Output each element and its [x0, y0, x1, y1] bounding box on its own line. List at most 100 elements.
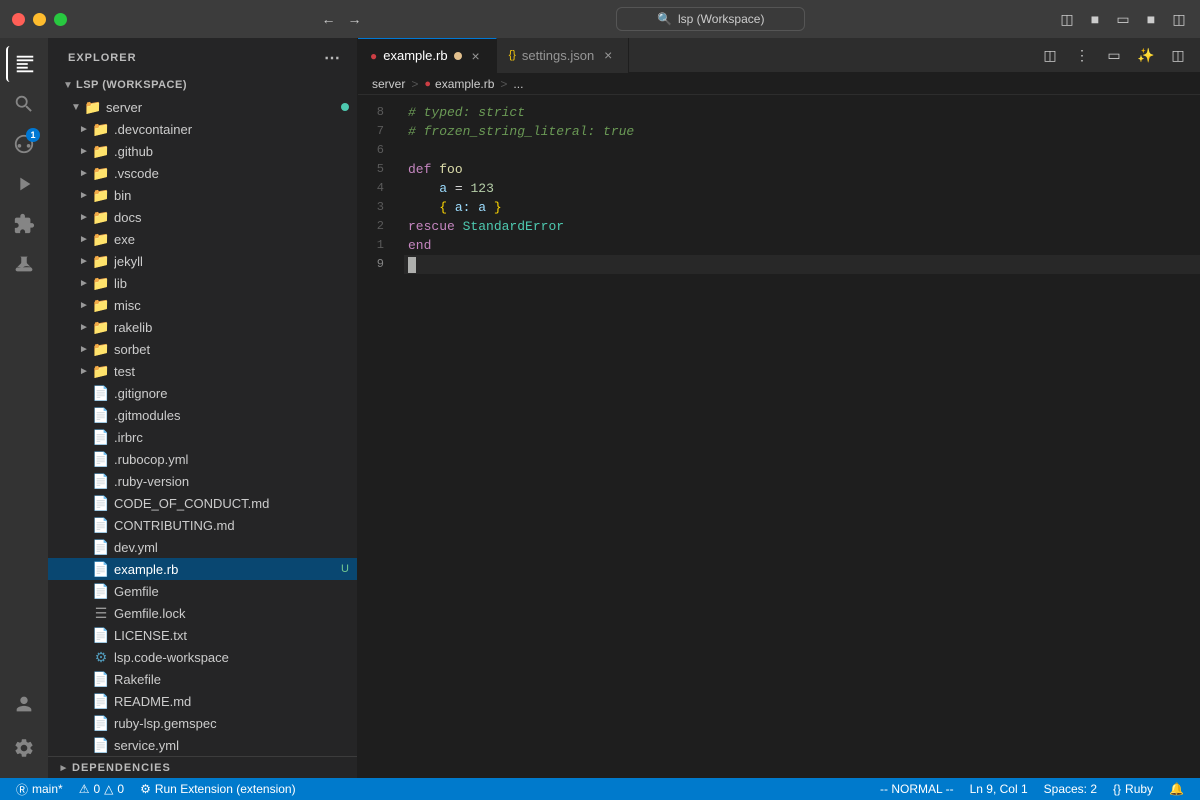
- splitview-icon[interactable]: ◫: [1170, 10, 1188, 28]
- workspace-arrow: ▼: [60, 77, 76, 93]
- sidebar-item-gemfile[interactable]: ► 📄 Gemfile: [48, 580, 357, 602]
- devcontainer-icon: 📁: [92, 120, 110, 138]
- code-line-7: 7 # frozen_string_literal: true: [358, 122, 1200, 141]
- sidebar-item-ruby-version[interactable]: ► 📄 .ruby-version: [48, 470, 357, 492]
- activity-source-control[interactable]: 1: [6, 126, 42, 162]
- sidebar-item-exe[interactable]: ► 📁 exe: [48, 228, 357, 250]
- sidebar-item-docs[interactable]: ► 📁 docs: [48, 206, 357, 228]
- activity-explorer[interactable]: [6, 46, 42, 82]
- tab-example-rb-label: example.rb: [383, 48, 447, 63]
- breadcrumb-rb-icon: ●: [424, 78, 431, 90]
- sidebar-item-github[interactable]: ► 📁 .github: [48, 140, 357, 162]
- dependencies-section: ► DEPENDENCIES: [48, 756, 357, 778]
- jekyll-icon: 📁: [92, 252, 110, 270]
- code-line-8: 8 # typed: strict: [358, 103, 1200, 122]
- sidebar-item-code-of-conduct[interactable]: ► 📄 CODE_OF_CONDUCT.md: [48, 492, 357, 514]
- code-editor[interactable]: 8 # typed: strict 7 # frozen_string_lite…: [358, 95, 1200, 778]
- minimize-button[interactable]: [33, 13, 46, 26]
- sidebar-item-irbrc[interactable]: ► 📄 .irbrc: [48, 426, 357, 448]
- sidebar-item-gemfile-lock[interactable]: ► ☰ Gemfile.lock: [48, 602, 357, 624]
- server-folder-icon: 📁: [84, 98, 102, 116]
- sidebar-item-devcontainer[interactable]: ► 📁 .devcontainer: [48, 118, 357, 140]
- workspace-root[interactable]: ▼ LSP (WORKSPACE): [48, 74, 357, 96]
- more-actions-icon[interactable]: ⋯: [324, 48, 341, 68]
- status-errors[interactable]: ⚠ 0 △ 0: [71, 778, 132, 800]
- sidebar-item-readme[interactable]: ► 📄 README.md: [48, 690, 357, 712]
- sidebar-item-lib[interactable]: ► 📁 lib: [48, 272, 357, 294]
- layout3-icon[interactable]: ■: [1142, 10, 1160, 28]
- activity-run-debug[interactable]: [6, 166, 42, 202]
- breadcrumb-server[interactable]: server: [372, 77, 405, 91]
- sidebar-item-test[interactable]: ► 📁 test: [48, 360, 357, 382]
- tab-example-rb[interactable]: ● example.rb ×: [358, 38, 497, 73]
- sidebar-item-rubocop[interactable]: ► 📄 .rubocop.yml: [48, 448, 357, 470]
- source-control-badge: 1: [26, 128, 40, 142]
- sidebar-item-misc[interactable]: ► 📁 misc: [48, 294, 357, 316]
- layout-btn[interactable]: ▭: [1100, 41, 1128, 69]
- status-spaces[interactable]: Spaces: 2: [1036, 778, 1105, 800]
- status-vim-mode[interactable]: -- NORMAL --: [872, 778, 962, 800]
- status-branch[interactable]: Ⓡ main*: [8, 778, 71, 800]
- status-ln-col[interactable]: Ln 9, Col 1: [962, 778, 1036, 800]
- split-editor-icon[interactable]: ◫: [1058, 10, 1076, 28]
- line-num-7: 7: [358, 122, 404, 141]
- status-run-extension[interactable]: ⚙ Run Extension (extension): [132, 778, 304, 800]
- language-label: Ruby: [1125, 782, 1153, 796]
- sidebar-item-sorbet[interactable]: ► 📁 sorbet: [48, 338, 357, 360]
- sidebar-item-server[interactable]: ▼ 📁 server: [48, 96, 357, 118]
- lib-arrow: ►: [76, 275, 92, 291]
- sidebar-item-contributing[interactable]: ► 📄 CONTRIBUTING.md: [48, 514, 357, 536]
- breadcrumb-btn[interactable]: ⋮: [1068, 41, 1096, 69]
- example-rb-icon: 📄: [92, 560, 110, 578]
- sidebar-item-gitmodules[interactable]: ► 📄 .gitmodules: [48, 404, 357, 426]
- sidebar-item-license[interactable]: ► 📄 LICENSE.txt: [48, 624, 357, 646]
- sidebar-item-rakelib[interactable]: ► 📁 rakelib: [48, 316, 357, 338]
- github-label: .github: [114, 144, 357, 159]
- activity-testing[interactable]: [6, 246, 42, 282]
- tab-settings-json[interactable]: {} settings.json ×: [497, 38, 630, 73]
- split-editor-btn[interactable]: ◫: [1036, 41, 1064, 69]
- sidebar-item-rakefile[interactable]: ► 📄 Rakefile: [48, 668, 357, 690]
- split-right-btn[interactable]: ◫: [1164, 41, 1192, 69]
- docs-arrow: ►: [76, 209, 92, 225]
- nav-back-button[interactable]: ←: [320, 10, 338, 28]
- sidebar-item-gemspec[interactable]: ► 📄 ruby-lsp.gemspec: [48, 712, 357, 734]
- dependencies-header[interactable]: ► DEPENDENCIES: [48, 757, 357, 778]
- test-icon: 📁: [92, 362, 110, 380]
- layout2-icon[interactable]: ▭: [1114, 10, 1132, 28]
- status-bar: Ⓡ main* ⚠ 0 △ 0 ⚙ Run Extension (extensi…: [0, 778, 1200, 800]
- activity-extensions[interactable]: [6, 206, 42, 242]
- activity-search[interactable]: [6, 86, 42, 122]
- sidebar-item-bin[interactable]: ► 📁 bin: [48, 184, 357, 206]
- maximize-button[interactable]: [54, 13, 67, 26]
- close-button[interactable]: [12, 13, 25, 26]
- status-encoding[interactable]: {} Ruby: [1105, 778, 1161, 800]
- line-content-9: [404, 255, 1200, 274]
- activity-bottom: [6, 686, 42, 778]
- tab-settings-close-button[interactable]: ×: [600, 47, 616, 63]
- activity-accounts[interactable]: [6, 686, 42, 722]
- status-bell[interactable]: 🔔: [1161, 778, 1192, 800]
- sidebar-item-example-rb[interactable]: ► 📄 example.rb U: [48, 558, 357, 580]
- tab-close-button[interactable]: ×: [468, 48, 484, 64]
- dependencies-label: DEPENDENCIES: [72, 762, 171, 774]
- sidebar-item-workspace[interactable]: ► ⚙ lsp.code-workspace: [48, 646, 357, 668]
- sidebar-item-gitignore[interactable]: ► 📄 .gitignore: [48, 382, 357, 404]
- gitmodules-icon: 📄: [92, 406, 110, 424]
- docs-icon: 📁: [92, 208, 110, 226]
- breadcrumb-example-rb[interactable]: ● example.rb: [424, 77, 494, 91]
- code-line-3: 3 { a: a }: [358, 198, 1200, 217]
- sidebar-item-jekyll[interactable]: ► 📁 jekyll: [48, 250, 357, 272]
- search-bar[interactable]: 🔍 lsp (Workspace): [616, 7, 805, 31]
- code-line-4: 4 a = 123: [358, 179, 1200, 198]
- gitignore-label: .gitignore: [114, 386, 357, 401]
- magic-btn[interactable]: ✨: [1132, 41, 1160, 69]
- nav-forward-button[interactable]: →: [346, 10, 364, 28]
- sidebar-item-service-yml[interactable]: ► 📄 service.yml: [48, 734, 357, 756]
- layout-icon[interactable]: ■: [1086, 10, 1104, 28]
- gemfile-icon: 📄: [92, 582, 110, 600]
- sidebar-item-devyml[interactable]: ► 📄 dev.yml: [48, 536, 357, 558]
- gemspec-label: ruby-lsp.gemspec: [114, 716, 357, 731]
- activity-settings[interactable]: [6, 730, 42, 766]
- sidebar-item-vscode[interactable]: ► 📁 .vscode: [48, 162, 357, 184]
